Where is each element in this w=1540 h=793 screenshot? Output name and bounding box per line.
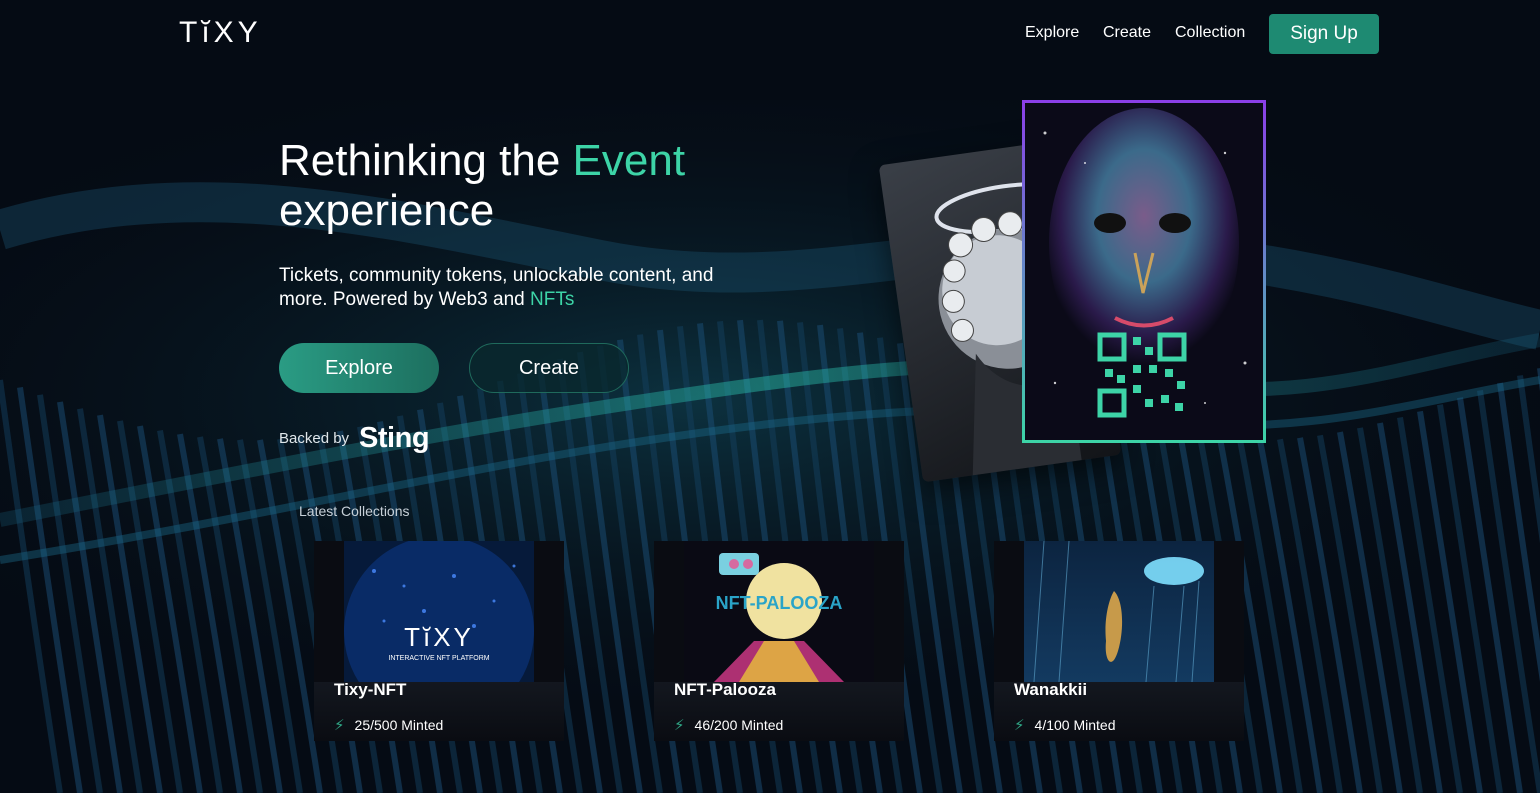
svg-text:NFT-PALOOZA: NFT-PALOOZA — [716, 593, 843, 613]
hero-subtitle: Tickets, community tokens, unlockable co… — [279, 264, 759, 312]
lightning-bolt-icon: ⚡ — [1014, 717, 1025, 734]
collection-title: NFT-Palooza — [674, 680, 777, 699]
top-nav: TĭXY Explore Create Collection Sign Up — [0, 0, 1540, 70]
tixy-logo[interactable]: TĭXY — [179, 16, 262, 50]
collection-info: Tixy-NFT ⚡ 25/500 Minted — [314, 680, 564, 741]
hero-subtitle-text: Tickets, community tokens, unlockable co… — [279, 265, 714, 310]
minted-count: 4/100 Minted — [1034, 717, 1116, 733]
collection-card-nft-palooza[interactable]: NFT-PALOOZA NFT-Palooza ⚡ 46/200 Minted — [654, 541, 904, 741]
collection-title: Tixy-NFT — [334, 680, 407, 699]
explore-button[interactable]: Explore — [279, 343, 439, 393]
hero-art-nft-ticket — [1022, 100, 1266, 443]
collection-minted: ⚡ 25/500 Minted — [334, 716, 443, 734]
hero-title-part1: Rethinking the — [279, 136, 573, 185]
collection-image: NFT-PALOOZA — [684, 541, 874, 682]
svg-text:TĭXY: TĭXY — [404, 622, 474, 652]
sting-logo: Sting — [359, 422, 430, 454]
hero-title-accent: Event — [572, 136, 686, 185]
hero-subtitle-accent: NFTs — [530, 289, 575, 310]
nav-explore-link[interactable]: Explore — [1025, 24, 1079, 42]
collection-minted: ⚡ 4/100 Minted — [1014, 716, 1116, 734]
collection-minted: ⚡ 46/200 Minted — [674, 716, 783, 734]
collection-image: TĭXY INTERACTIVE NFT PLATFORM — [344, 541, 534, 682]
nav-create-link[interactable]: Create — [1103, 24, 1151, 42]
create-button[interactable]: Create — [469, 343, 629, 393]
nav-collection-link[interactable]: Collection — [1175, 24, 1245, 42]
collection-card-tixy-nft[interactable]: TĭXY INTERACTIVE NFT PLATFORM Tixy-NFT ⚡… — [314, 541, 564, 741]
collection-card-wanakkii[interactable]: Wanakkii ⚡ 4/100 Minted — [994, 541, 1244, 741]
collection-info: NFT-Palooza ⚡ 46/200 Minted — [654, 680, 904, 741]
minted-count: 25/500 Minted — [354, 717, 444, 733]
collection-image — [1024, 541, 1214, 682]
hero-title-part2: experience — [279, 186, 495, 235]
lightning-bolt-icon: ⚡ — [334, 717, 345, 734]
lightning-bolt-icon: ⚡ — [674, 717, 685, 734]
cosmic-face-art — [1025, 103, 1263, 440]
backed-by-label: Backed by — [279, 430, 350, 447]
backed-by: Backed by Sting — [279, 422, 430, 455]
hero-title: Rethinking the Event experience — [279, 136, 685, 236]
latest-collections-heading: Latest Collections — [299, 503, 410, 519]
sign-up-button[interactable]: Sign Up — [1269, 14, 1379, 54]
collection-info: Wanakkii ⚡ 4/100 Minted — [994, 680, 1244, 741]
collection-title: Wanakkii — [1014, 680, 1088, 699]
svg-text:INTERACTIVE NFT PLATFORM: INTERACTIVE NFT PLATFORM — [388, 655, 489, 662]
minted-count: 46/200 Minted — [694, 717, 784, 733]
